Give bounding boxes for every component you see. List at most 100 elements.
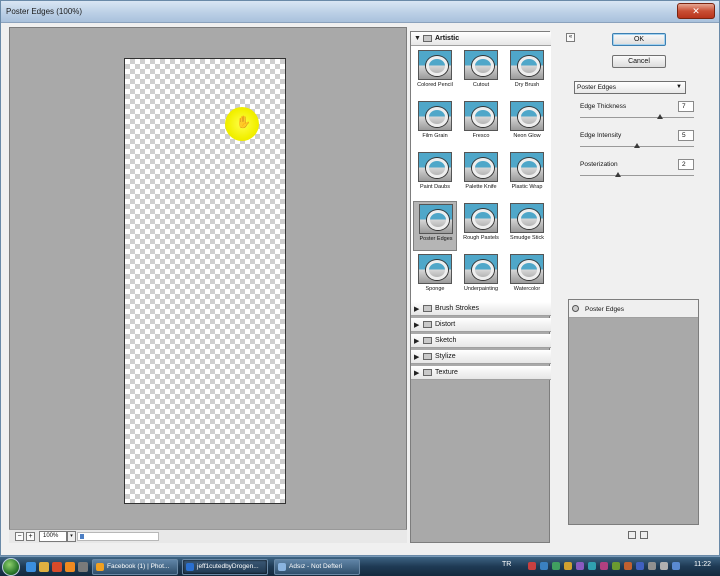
slider-knob[interactable]	[634, 143, 640, 148]
param-edge-thickness: Edge Thickness 7	[580, 101, 694, 127]
taskbar-button[interactable]: Facebook (1) | Phot...	[92, 559, 178, 575]
filter-thumb[interactable]: Smudge Stick	[505, 201, 549, 251]
filter-preview-image	[418, 101, 452, 131]
slider-track[interactable]	[580, 117, 694, 118]
filter-preview-image	[464, 50, 498, 80]
ie-icon[interactable]	[26, 562, 36, 572]
effect-layer-row[interactable]: Poster Edges	[569, 300, 698, 318]
tray-icon-9[interactable]	[624, 562, 632, 570]
param-value-field[interactable]: 5	[678, 130, 694, 141]
cancel-button[interactable]: Cancel	[612, 55, 666, 68]
collapse-gallery-button[interactable]: «	[566, 33, 575, 42]
scrollbar-thumb[interactable]	[80, 534, 84, 539]
category-label: Sketch	[435, 337, 457, 344]
tray-icon-5[interactable]	[576, 562, 584, 570]
volume-icon[interactable]	[660, 562, 668, 570]
tray-icon-10[interactable]	[636, 562, 644, 570]
app-icon	[186, 563, 194, 571]
language-indicator[interactable]: TR	[502, 561, 511, 568]
taskbar-button[interactable]: Adsız - Not Defteri	[274, 559, 360, 575]
filter-thumb[interactable]: Paint Daubs	[413, 150, 457, 200]
zoom-bar: − + 100% ▾	[9, 529, 407, 543]
tray-icon-3[interactable]	[552, 562, 560, 570]
category-texture[interactable]: ▶ Texture	[411, 366, 551, 380]
filter-thumb[interactable]: Underpainting	[459, 252, 503, 302]
slider-track[interactable]	[580, 175, 694, 176]
preview-panel[interactable]: ✋	[9, 27, 407, 543]
battery-icon[interactable]	[672, 562, 680, 570]
taskbar-button[interactable]: jeff1cutedbyDrogen...	[182, 559, 268, 575]
chevron-right-icon: ▶	[414, 370, 420, 377]
start-button[interactable]	[2, 558, 20, 576]
preview-canvas[interactable]: ✋	[124, 58, 286, 504]
folder-icon	[423, 369, 432, 376]
filter-thumb[interactable]: Poster Edges	[413, 201, 457, 251]
filter-thumb[interactable]: Dry Brush	[505, 48, 549, 98]
filter-name: Rough Pastels	[463, 235, 499, 241]
taskbar: Facebook (1) | Phot... jeff1cutedbyDrogen…	[0, 556, 720, 576]
filter-thumb[interactable]: Sponge	[413, 252, 457, 302]
delete-effect-layer-icon[interactable]	[640, 531, 648, 539]
folder-icon	[423, 337, 432, 344]
category-sketch[interactable]: ▶ Sketch	[411, 334, 551, 348]
slider-knob[interactable]	[656, 114, 663, 119]
filter-preview-image	[464, 101, 498, 131]
tray-icon-8[interactable]	[612, 562, 620, 570]
hand-cursor-icon: ✋	[236, 115, 251, 129]
filter-thumb[interactable]: Palette Knife	[459, 150, 503, 200]
filter-select[interactable]: Poster Edges ▼	[574, 81, 686, 94]
firefox-icon[interactable]	[65, 562, 75, 572]
zoom-dropdown-button[interactable]: ▾	[67, 531, 76, 542]
folder-icon	[423, 305, 432, 312]
tray-icon-1[interactable]	[528, 562, 536, 570]
category-label: Texture	[435, 369, 458, 376]
media-icon[interactable]	[52, 562, 62, 572]
filter-thumb[interactable]: Cutout	[459, 48, 503, 98]
filter-thumb[interactable]: Watercolor	[505, 252, 549, 302]
quick-launch-icon[interactable]	[78, 562, 88, 572]
filter-thumbnails: Colored Pencil Cutout Dry Brush Film Grain F…	[411, 46, 551, 302]
zoom-in-button[interactable]: +	[26, 532, 35, 541]
zoom-level-field[interactable]: 100%	[39, 531, 67, 542]
filter-thumb[interactable]: Fresco	[459, 99, 503, 149]
taskbar-button-label: jeff1cutedbyDrogen...	[197, 563, 259, 570]
folder-icon	[423, 353, 432, 360]
param-value-field[interactable]: 7	[678, 101, 694, 112]
close-button[interactable]: ✕	[677, 3, 715, 19]
param-value-field[interactable]: 2	[678, 159, 694, 170]
filter-thumb[interactable]: Rough Pastels	[459, 201, 503, 251]
title-bar[interactable]: Poster Edges (100%) ✕	[1, 1, 719, 23]
tray-icon-7[interactable]	[600, 562, 608, 570]
effect-layers-panel: Poster Edges	[568, 299, 699, 525]
filter-name: Fresco	[472, 133, 490, 139]
clock[interactable]: 11:22	[694, 561, 711, 568]
filter-thumb[interactable]: Neon Glow	[505, 99, 549, 149]
horizontal-scrollbar[interactable]	[77, 532, 159, 541]
folder-icon	[423, 321, 432, 328]
tray-icon-6[interactable]	[588, 562, 596, 570]
network-icon[interactable]	[648, 562, 656, 570]
category-brush-strokes[interactable]: ▶ Brush Strokes	[411, 302, 551, 316]
slider-knob[interactable]	[614, 172, 621, 177]
tray-icon-4[interactable]	[564, 562, 572, 570]
chevron-down-icon: ▼	[414, 35, 421, 42]
new-effect-layer-icon[interactable]	[628, 531, 636, 539]
filter-gallery-window: Poster Edges (100%) ✕ ✋ − + 100% ▾ ▼ Art…	[0, 0, 720, 556]
ok-button[interactable]: OK	[612, 33, 666, 46]
filter-name: Poster Edges	[419, 236, 453, 242]
filter-thumb[interactable]: Film Grain	[413, 99, 457, 149]
category-stylize[interactable]: ▶ Stylize	[411, 350, 551, 364]
category-distort[interactable]: ▶ Distort	[411, 318, 551, 332]
zoom-out-button[interactable]: −	[15, 532, 24, 541]
filter-preview-image	[510, 101, 544, 131]
filter-name: Cutout	[472, 82, 490, 88]
tray-icon-2[interactable]	[540, 562, 548, 570]
filter-name: Watercolor	[513, 286, 541, 292]
filter-name: Paint Daubs	[420, 184, 450, 190]
category-artistic[interactable]: ▼ Artistic	[411, 32, 551, 46]
filter-thumb[interactable]: Plastic Wrap	[505, 150, 549, 200]
filter-name: Dry Brush	[514, 82, 540, 88]
visibility-eye-icon[interactable]	[572, 305, 579, 312]
filter-thumb[interactable]: Colored Pencil	[413, 48, 457, 98]
explorer-icon[interactable]	[39, 562, 49, 572]
